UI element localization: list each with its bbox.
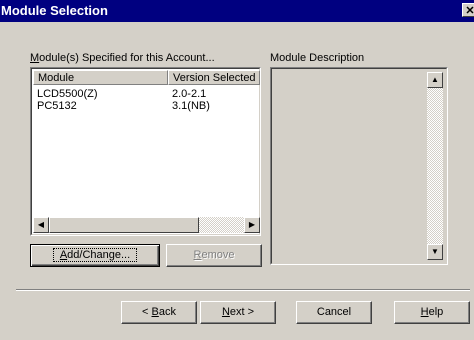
next-accel: N bbox=[221, 306, 230, 318]
modules-label-text: odule(s) Specified for this Account... bbox=[39, 52, 215, 64]
separator bbox=[16, 289, 470, 291]
horizontal-scrollbar[interactable]: ◀ ▶ bbox=[33, 217, 260, 233]
scroll-thumb[interactable] bbox=[49, 217, 199, 233]
add-change-text: dd/Change... bbox=[67, 249, 131, 261]
back-text: ack bbox=[158, 306, 176, 318]
list-item-version: 2.0-2.1 bbox=[172, 88, 207, 100]
modules-list[interactable]: Module Version Selected LCD5500(Z) 2.0-2… bbox=[30, 67, 261, 236]
vertical-scroll-track[interactable] bbox=[427, 88, 443, 244]
modules-label: Module(s) Specified for this Account... bbox=[30, 52, 215, 64]
next-button[interactable]: Next > bbox=[200, 301, 276, 324]
column-header-module[interactable]: Module bbox=[33, 70, 168, 85]
scroll-up-icon[interactable]: ▲ bbox=[427, 72, 443, 88]
scroll-left-icon[interactable]: ◀ bbox=[33, 217, 49, 233]
list-item-version: 3.1(NB) bbox=[172, 100, 210, 112]
close-icon[interactable]: ✕ bbox=[462, 3, 474, 17]
back-prefix: < bbox=[142, 306, 152, 318]
remove-text: emove bbox=[201, 249, 235, 261]
title-bar: Module Selection ✕ bbox=[0, 0, 474, 22]
modules-label-accel: M bbox=[30, 52, 40, 64]
module-description-label: Module Description bbox=[270, 52, 365, 64]
column-header-version[interactable]: Version Selected bbox=[168, 70, 260, 85]
scroll-right-icon[interactable]: ▶ bbox=[244, 217, 260, 233]
help-button[interactable]: Help bbox=[394, 301, 470, 324]
scroll-down-icon[interactable]: ▼ bbox=[427, 244, 443, 260]
window-title: Module Selection bbox=[1, 3, 108, 18]
remove-button[interactable]: Remove bbox=[166, 244, 262, 267]
add-change-label: Add/Change... bbox=[52, 248, 138, 262]
add-change-button[interactable]: Add/Change... bbox=[30, 244, 160, 267]
help-accel: H bbox=[420, 306, 429, 318]
back-accel: B bbox=[151, 306, 159, 318]
list-item-module[interactable]: LCD5500(Z) bbox=[37, 88, 98, 100]
module-description-box[interactable]: ▲ ▼ bbox=[270, 67, 448, 265]
back-button[interactable]: < Back bbox=[121, 301, 197, 324]
next-text: ext > bbox=[229, 306, 255, 318]
cancel-button[interactable]: Cancel bbox=[296, 301, 372, 324]
scroll-track[interactable] bbox=[199, 217, 244, 233]
module-description-frame bbox=[271, 68, 447, 264]
list-item-module[interactable]: PC5132 bbox=[37, 100, 77, 112]
help-text: elp bbox=[428, 306, 444, 318]
